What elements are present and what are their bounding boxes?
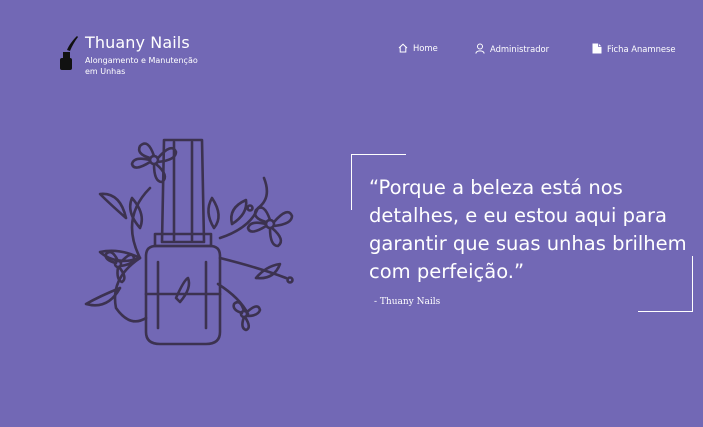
main-nav: Home Administrador Ficha Anamnese	[0, 43, 703, 57]
quote-frame-bottom	[638, 311, 693, 312]
hero-quote: “Porque a beleza está nos detalhes, e eu…	[369, 176, 687, 283]
nav-admin-label: Administrador	[490, 43, 550, 54]
nav-ficha-label: Ficha Anamnese	[607, 43, 676, 54]
quote-frame-top	[351, 154, 406, 155]
brand-subtitle: Alongamento e Manutenção em Unhas	[85, 56, 198, 76]
nav-home-link[interactable]: Home	[398, 43, 438, 53]
nav-ficha-link[interactable]: Ficha Anamnese	[592, 43, 676, 54]
user-icon	[475, 43, 485, 54]
document-icon	[592, 43, 602, 54]
nav-admin-link[interactable]: Administrador	[475, 43, 549, 54]
quote-author: - Thuany Nails	[374, 297, 441, 307]
home-icon	[398, 43, 408, 53]
nail-polish-with-flowers-illustration	[84, 138, 294, 346]
nav-home-label: Home	[413, 43, 438, 53]
quote-frame-left	[351, 154, 352, 210]
